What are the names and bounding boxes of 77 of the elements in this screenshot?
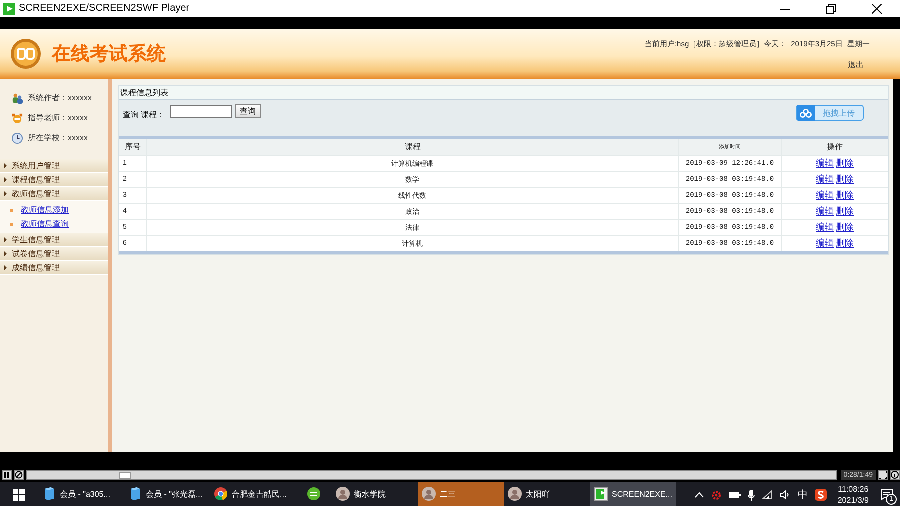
- volume-icon[interactable]: [780, 490, 791, 500]
- menu-item[interactable]: 试卷信息管理: [0, 247, 108, 261]
- bullet-icon: [10, 208, 13, 212]
- taskbar-item[interactable]: 二三: [418, 482, 504, 506]
- menu-item[interactable]: 课程信息管理: [0, 173, 108, 187]
- app-title: 在线考试系统: [52, 42, 167, 67]
- caret-icon: [4, 264, 7, 270]
- action-link[interactable]: 删除: [836, 222, 854, 232]
- action-link[interactable]: 编辑: [816, 174, 834, 184]
- app-icon: [307, 487, 321, 501]
- search-button[interactable]: 查询: [235, 104, 261, 118]
- users-icon: [12, 92, 23, 104]
- logo-icon: [10, 38, 42, 70]
- gear-icon[interactable]: [710, 490, 722, 500]
- clock-icon: [12, 132, 23, 144]
- fullscreen-button[interactable]: [878, 470, 888, 480]
- submenu-link[interactable]: 教师信息添加: [21, 204, 69, 216]
- restore-icon: [826, 4, 836, 14]
- panel-title: 课程信息列表: [120, 88, 169, 100]
- menu-item[interactable]: 成绩信息管理: [0, 261, 108, 275]
- avatar-icon: [336, 487, 350, 501]
- action-link[interactable]: 编辑: [816, 190, 834, 200]
- logout-link[interactable]: 退出: [848, 58, 864, 70]
- cube-icon: [128, 487, 142, 501]
- caret-icon: [4, 236, 7, 242]
- menu-item[interactable]: 学生信息管理: [0, 233, 108, 247]
- info-text: 所在学校：xxxxx: [28, 133, 88, 144]
- avatar-icon: [508, 487, 522, 501]
- action-link[interactable]: 删除: [836, 158, 854, 168]
- cloud-icon: [800, 108, 812, 118]
- info-text: 系统作者：xxxxxx: [28, 92, 92, 104]
- taskbar-item[interactable]: 会员 - "张光磊...: [124, 482, 210, 506]
- cube-icon: [42, 487, 56, 501]
- info-button[interactable]: [890, 470, 900, 480]
- menu-item[interactable]: 教师信息管理: [0, 187, 108, 201]
- window-title: SCREEN2EXE/SCREEN2SWF Player: [19, 3, 191, 14]
- input-method[interactable]: 中: [798, 488, 808, 502]
- close-icon: [872, 4, 882, 14]
- clock-date: 2021/3/9: [838, 496, 869, 505]
- caret-icon: [4, 162, 7, 168]
- settings-button[interactable]: [14, 470, 24, 480]
- alarm-clock-icon: [12, 112, 23, 124]
- player-icon: [3, 2, 15, 14]
- info-text: 指导老师：xxxxx: [28, 113, 88, 124]
- caret-icon: [4, 250, 7, 256]
- seek-thumb[interactable]: [119, 472, 132, 479]
- input-method-icon[interactable]: [814, 489, 827, 501]
- windows-icon: [13, 489, 25, 501]
- browser-icon: [214, 487, 228, 501]
- search-field[interactable]: [170, 105, 232, 118]
- avatar-icon: [422, 487, 436, 501]
- bullet-icon: [10, 222, 13, 226]
- action-link[interactable]: 编辑: [816, 206, 834, 216]
- microphone-icon[interactable]: [748, 490, 755, 500]
- column-header: 操作: [782, 139, 888, 156]
- column-header: 课程: [146, 139, 678, 156]
- chevron-up-icon[interactable]: [694, 492, 704, 498]
- taskbar-item[interactable]: 合肥金吉酷民...: [210, 482, 296, 506]
- player-icon: [594, 487, 608, 501]
- wifi-icon[interactable]: [762, 490, 773, 500]
- column-header: 序号: [119, 139, 146, 156]
- taskbar-item[interactable]: 会员 - "a305...: [38, 482, 124, 506]
- battery-icon[interactable]: [728, 490, 741, 500]
- clock-time: 11:08:26: [838, 485, 869, 494]
- action-link[interactable]: 编辑: [816, 222, 834, 232]
- action-link[interactable]: 删除: [836, 206, 854, 216]
- action-link[interactable]: 删除: [836, 238, 854, 248]
- action-link[interactable]: 删除: [836, 174, 854, 184]
- caret-icon: [4, 190, 7, 196]
- action-link[interactable]: 编辑: [816, 238, 834, 248]
- pause-button[interactable]: [2, 470, 12, 480]
- action-link[interactable]: 删除: [836, 190, 854, 200]
- caret-icon: [4, 176, 7, 182]
- menu-item[interactable]: 系统用户管理: [0, 159, 108, 173]
- action-link[interactable]: 编辑: [816, 158, 834, 168]
- taskbar-item[interactable]: SCREEN2EXE...: [590, 482, 676, 506]
- submenu-link[interactable]: 教师信息查询: [21, 218, 69, 230]
